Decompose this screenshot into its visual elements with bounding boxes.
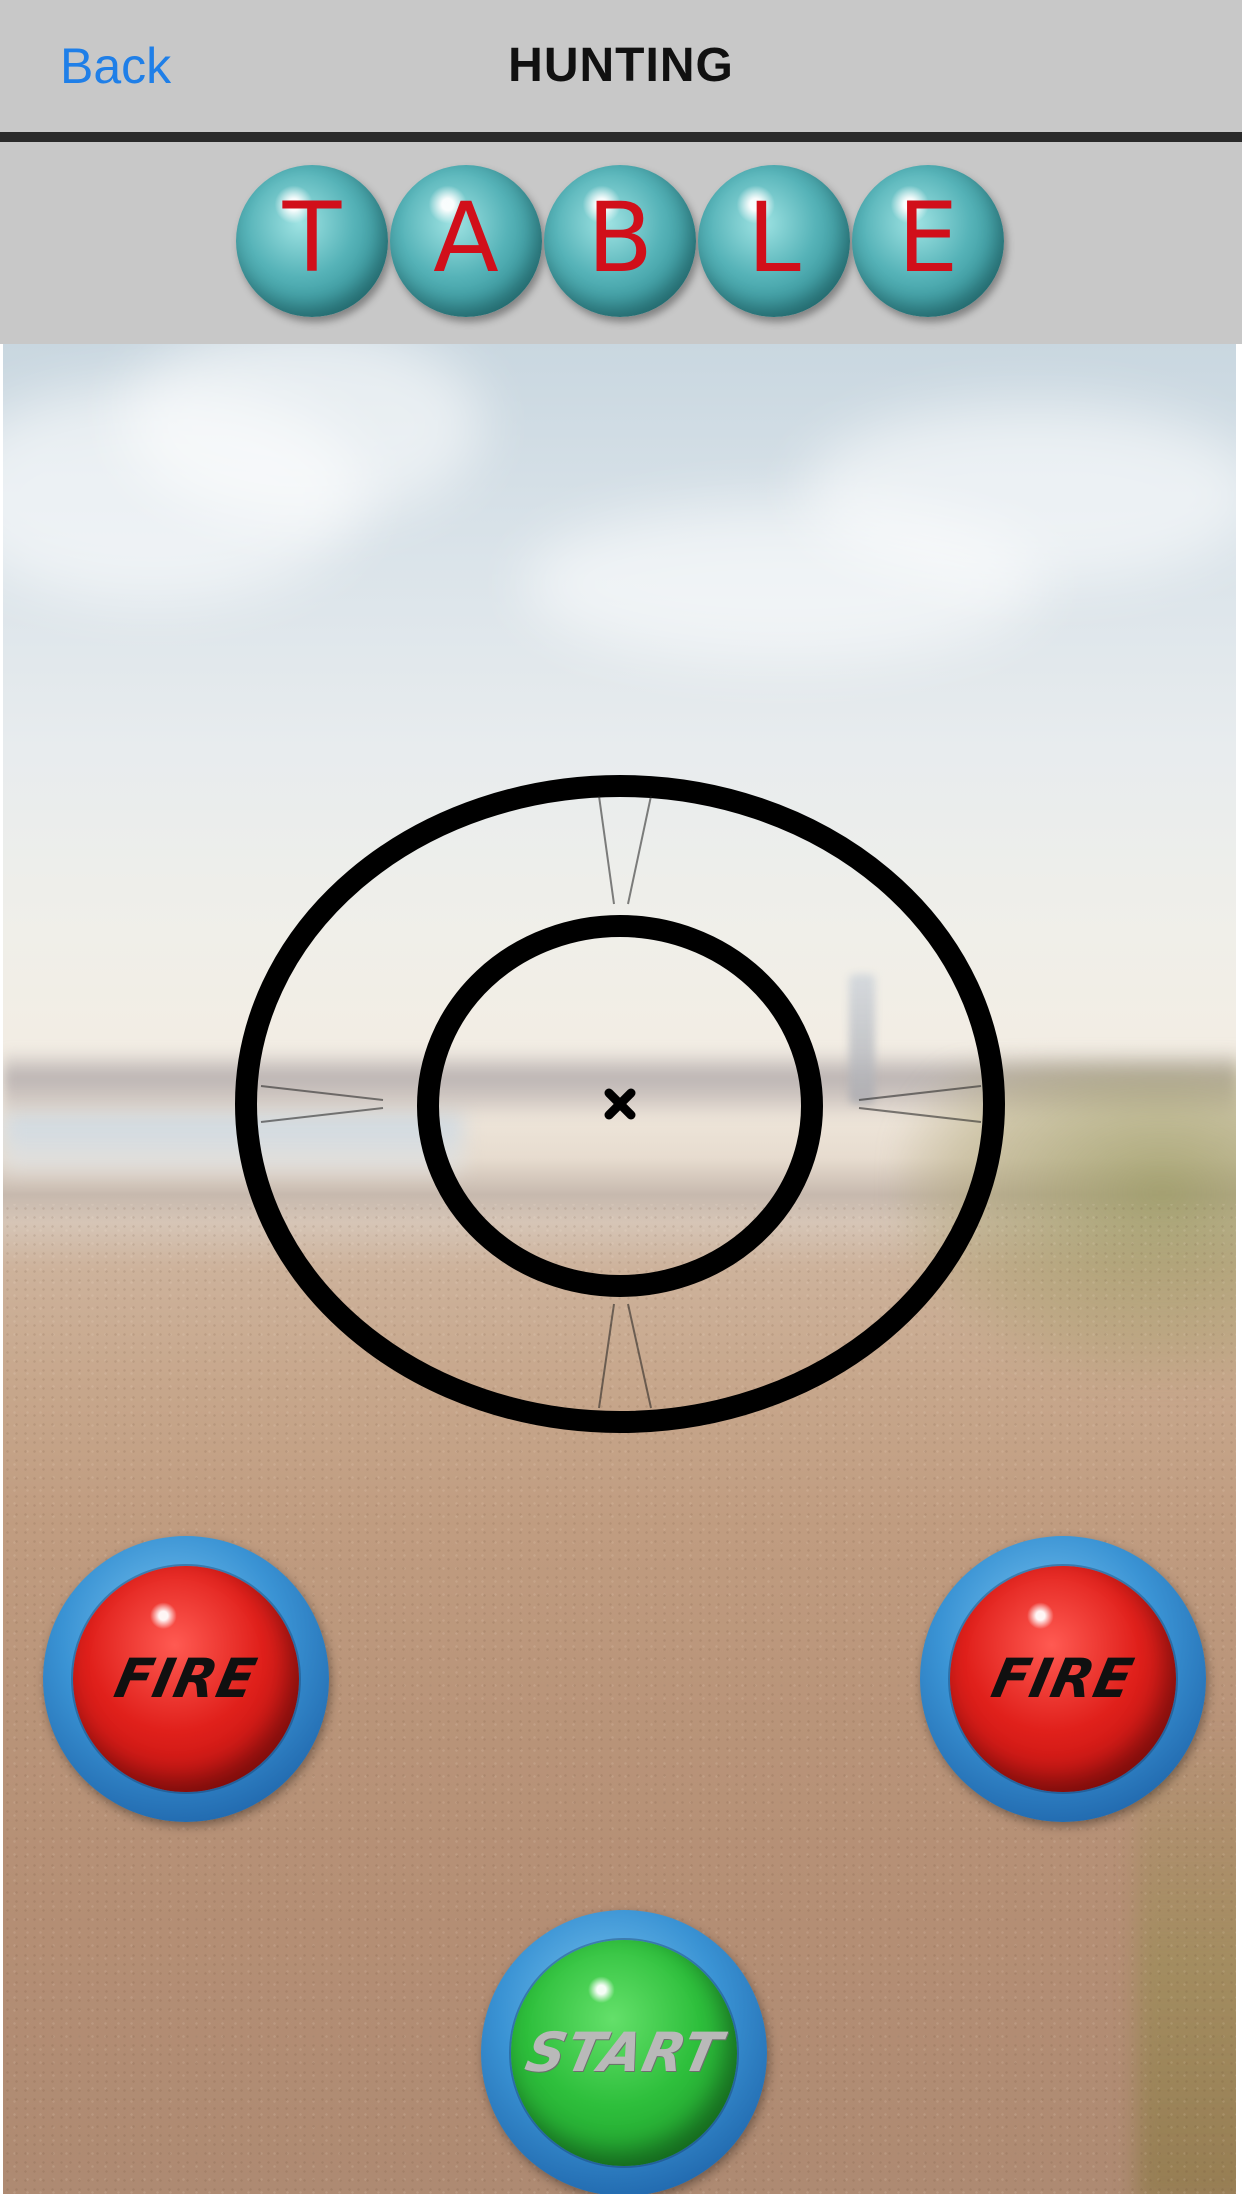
letter-ball-5[interactable]: E — [852, 165, 1004, 317]
game-scene[interactable]: FIRE FIRE START — [3, 344, 1236, 2194]
letter-ball-5-label: E — [897, 182, 959, 294]
letter-ball-1[interactable]: T — [236, 165, 388, 317]
letter-ball-3-label: B — [587, 182, 653, 294]
fire-button-right-label: FIRE — [986, 1647, 1140, 1710]
letter-ball-row: T A B L E — [236, 165, 1006, 319]
start-button-core: START — [511, 1940, 737, 2166]
start-button[interactable]: START — [481, 1910, 767, 2194]
letter-ball-2-label: A — [433, 182, 499, 294]
x-mark-icon — [604, 1088, 636, 1120]
fire-button-left-label: FIRE — [109, 1647, 263, 1710]
navigation-bar: Back HUNTING — [0, 0, 1242, 132]
letter-ball-1-label: T — [282, 182, 342, 294]
letter-ball-4-label: L — [747, 182, 801, 294]
fire-button-right[interactable]: FIRE — [920, 1536, 1206, 1822]
start-button-label: START — [520, 2021, 728, 2084]
page-title: HUNTING — [508, 39, 734, 92]
letter-ball-2[interactable]: A — [390, 165, 542, 317]
fire-button-left-core: FIRE — [73, 1566, 299, 1792]
word-bar: T A B L E — [0, 142, 1242, 344]
letter-ball-3[interactable]: B — [544, 165, 696, 317]
letter-ball-4[interactable]: L — [698, 165, 850, 317]
fire-button-left[interactable]: FIRE — [43, 1536, 329, 1822]
nav-divider — [0, 132, 1242, 142]
fire-button-right-core: FIRE — [950, 1566, 1176, 1792]
